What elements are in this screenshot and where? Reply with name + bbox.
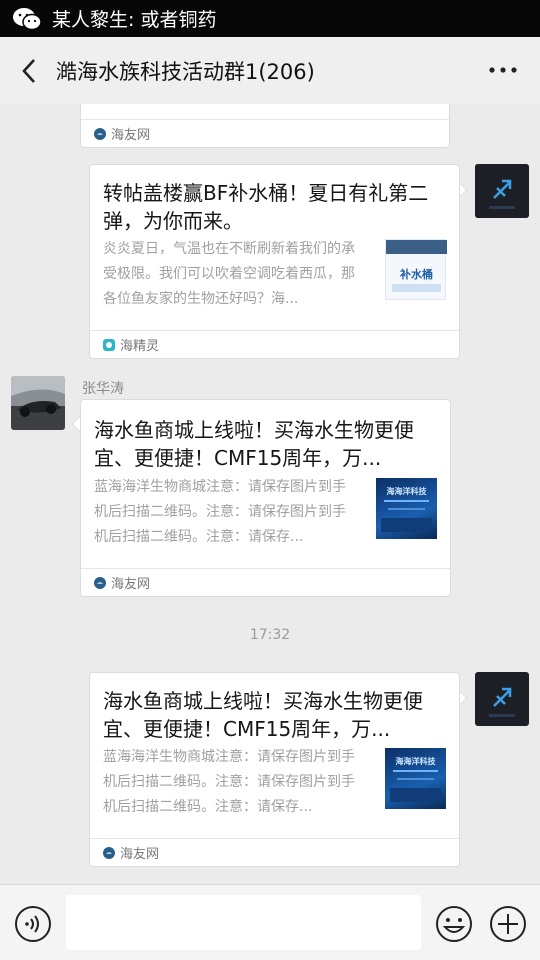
my-avatar[interactable] (475, 672, 529, 726)
source-icon (94, 127, 106, 140)
sagittarius-icon (475, 672, 529, 726)
shared-link-card[interactable]: 海友网 (80, 104, 450, 148)
source-icon (103, 338, 115, 351)
card-thumbnail: 补水桶 (385, 239, 447, 300)
sender-avatar[interactable] (11, 376, 65, 430)
input-bar (0, 884, 540, 960)
card-description: 炎炎夏日，气温也在不断刷新着我们的承受极限。我们可以吹着空调吃着西瓜，那各位鱼友… (103, 241, 355, 307)
source-icon (94, 576, 106, 589)
shared-link-card[interactable]: 转帖盖楼赢BF补水桶！夏日有礼第二弹，为你而来。 炎炎夏日，气温也在不断刷新着我… (89, 164, 460, 359)
card-description: 蓝海海洋生物商城注意：请保存图片到手机后扫描二维码。注意：请保存图片到手机后扫描… (94, 479, 346, 545)
card-source: 海友网 (81, 568, 450, 596)
card-source: 海精灵 (90, 330, 459, 358)
thumbnail-text: 补水桶 (400, 268, 433, 281)
card-source-label: 海友网 (111, 577, 151, 592)
sagittarius-icon (475, 164, 529, 218)
voice-icon[interactable] (14, 905, 52, 943)
notification-bar[interactable]: 某人黎生: 或者铜药 (0, 0, 540, 37)
card-thumbnail: 海海洋科技 (376, 478, 437, 539)
chat-header: 澔海水族科技活动群1(206) (0, 37, 540, 104)
chat-title: 澔海水族科技活动群1(206) (56, 59, 315, 84)
more-dots-icon[interactable] (488, 60, 518, 80)
message-timestamp: 17:32 (249, 627, 291, 643)
avatar-image (11, 376, 65, 430)
source-icon (103, 846, 115, 859)
shared-link-card[interactable]: 海水鱼商城上线啦！买海水生物更便宜、更便捷！CMF15周年，万... 蓝海海洋生… (89, 672, 460, 867)
card-title: 海水鱼商城上线啦！买海水生物更便宜、更便捷！CMF15周年，万... (94, 418, 414, 470)
sender-name: 张华涛 (82, 381, 124, 397)
emoji-icon[interactable] (435, 905, 473, 943)
shared-link-card[interactable]: 海水鱼商城上线啦！买海水生物更便宜、更便捷！CMF15周年，万... 蓝海海洋生… (80, 399, 451, 597)
my-avatar[interactable] (475, 164, 529, 218)
message-input[interactable] (66, 895, 421, 950)
message-list[interactable]: 海友网 转帖盖楼赢BF补水桶！夏日有礼第二弹，为你而来。 炎炎夏日，气温也在不断… (0, 104, 540, 884)
back-button[interactable] (4, 37, 54, 104)
card-source-label: 海友网 (120, 847, 160, 862)
chevron-left-icon (22, 58, 35, 83)
wechat-icon (13, 7, 42, 30)
card-source: 海友网 (81, 119, 449, 147)
notification-text: 某人黎生: 或者铜药 (52, 9, 217, 31)
thumbnail-text: 海海洋科技 (395, 757, 436, 766)
thumbnail-text: 海海洋科技 (386, 487, 427, 496)
card-source-label: 海友网 (111, 128, 151, 143)
card-thumbnail: 海海洋科技 (385, 748, 446, 809)
card-title: 转帖盖楼赢BF补水桶！夏日有礼第二弹，为你而来。 (103, 181, 429, 233)
card-source-label: 海精灵 (120, 339, 160, 354)
plus-icon[interactable] (489, 905, 527, 943)
card-title: 海水鱼商城上线啦！买海水生物更便宜、更便捷！CMF15周年，万... (103, 689, 423, 741)
card-source: 海友网 (90, 838, 459, 866)
card-description: 蓝海海洋生物商城注意：请保存图片到手机后扫描二维码。注意：请保存图片到手机后扫描… (103, 749, 355, 815)
